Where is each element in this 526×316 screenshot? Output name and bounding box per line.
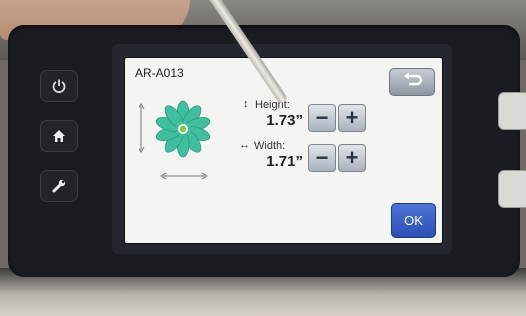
horizontal-size-indicator xyxy=(160,172,208,180)
pattern-view-button[interactable] xyxy=(498,92,526,130)
back-button[interactable] xyxy=(389,68,435,96)
pattern-code: AR-A013 xyxy=(135,66,184,80)
settings-button[interactable] xyxy=(40,170,78,202)
height-decrease-button[interactable]: − xyxy=(308,104,336,132)
power-icon xyxy=(51,78,67,94)
height-value: 1.73” xyxy=(266,112,303,129)
start-stop-button[interactable] xyxy=(498,170,526,208)
width-decrease-button[interactable]: − xyxy=(308,144,336,172)
back-arrow-icon xyxy=(401,72,423,93)
horizontal-resize-icon: ↔ xyxy=(239,139,250,151)
flower-shape xyxy=(155,100,211,158)
home-icon xyxy=(51,128,67,144)
vertical-size-indicator xyxy=(139,103,145,153)
ok-button[interactable]: OK xyxy=(391,203,436,238)
vertical-resize-icon: ↕ xyxy=(243,98,249,110)
wrench-icon xyxy=(51,178,67,194)
power-button[interactable] xyxy=(40,70,78,102)
touch-screen: AR-A013 ↕ Height: 1.73” − + ↔ Width: 1.7… xyxy=(125,58,442,243)
width-increase-button[interactable]: + xyxy=(338,144,366,172)
height-increase-button[interactable]: + xyxy=(338,104,366,132)
width-value: 1.71” xyxy=(266,153,303,170)
pattern-preview xyxy=(139,100,211,180)
width-label: Width: xyxy=(254,140,286,152)
home-button[interactable] xyxy=(40,120,78,152)
